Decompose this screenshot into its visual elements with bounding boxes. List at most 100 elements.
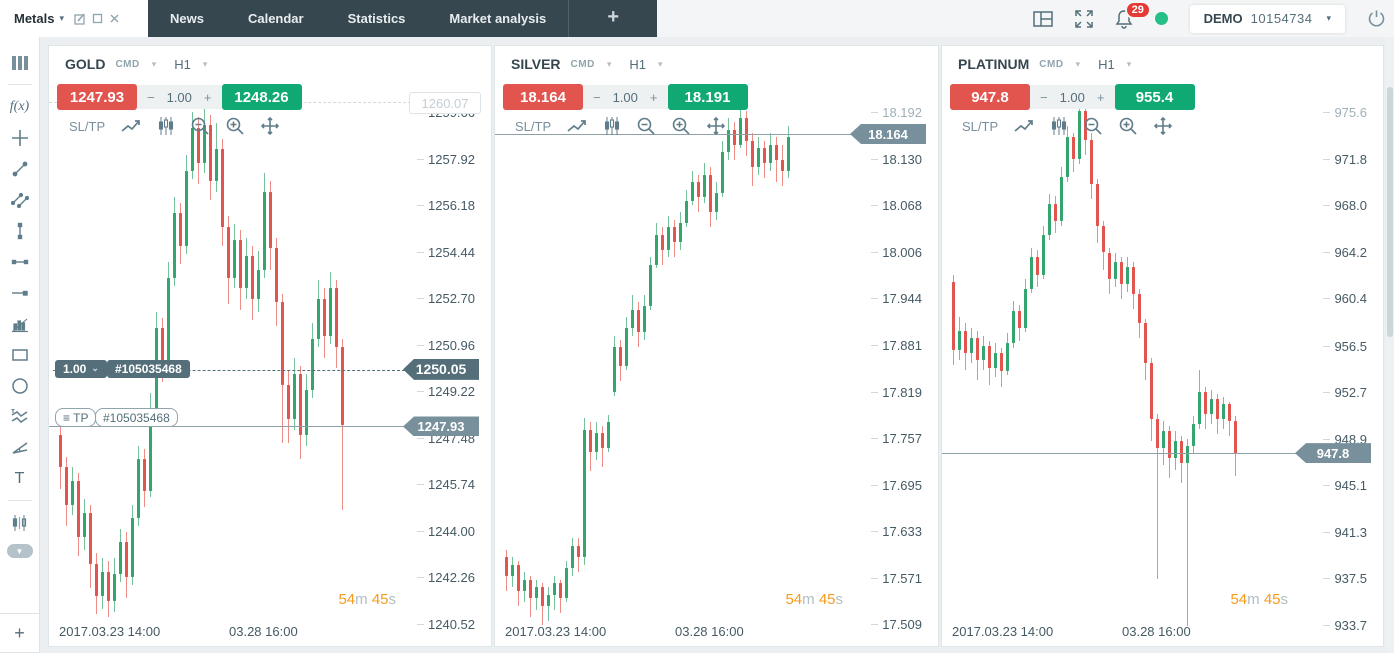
top-bar: Metals ▾ News Calendar Statistics Market… bbox=[0, 0, 1394, 37]
compare-candles-icon[interactable] bbox=[4, 507, 36, 538]
volume-stepper[interactable]: −1.00+ bbox=[137, 85, 222, 109]
sltp-toggle[interactable]: SL/TP bbox=[69, 119, 105, 134]
chevron-down-icon[interactable]: ▾ bbox=[203, 59, 208, 70]
plus-button[interactable]: + bbox=[1097, 90, 1105, 105]
price-axis-label: 17.571 bbox=[871, 571, 922, 586]
horizontal-segment-icon[interactable] bbox=[4, 246, 36, 277]
line-chart-icon[interactable] bbox=[566, 118, 588, 134]
toolbar-scroll-down-button[interactable]: ▼ bbox=[7, 544, 33, 558]
price-axis[interactable]: 1259.661257.921256.181254.441252.701250.… bbox=[49, 46, 491, 646]
account-type: DEMO bbox=[1204, 11, 1243, 26]
timeframe-selector[interactable]: H1 bbox=[1098, 57, 1115, 72]
add-instrument-button[interactable]: + bbox=[0, 613, 40, 653]
minus-button[interactable]: − bbox=[147, 90, 155, 105]
zoom-in-icon[interactable] bbox=[671, 116, 691, 136]
text-tool-icon[interactable]: T bbox=[4, 463, 36, 494]
sell-bid-button[interactable]: 1247.93 bbox=[57, 84, 137, 110]
plus-button[interactable]: + bbox=[650, 90, 658, 105]
maximize-workspace-icon[interactable] bbox=[92, 13, 103, 25]
price-axis-label: 1256.18 bbox=[417, 198, 475, 213]
angle-icon[interactable] bbox=[4, 432, 36, 463]
move-chart-icon[interactable] bbox=[706, 116, 726, 136]
current-price-line bbox=[942, 453, 1297, 454]
minus-button[interactable]: − bbox=[1040, 90, 1048, 105]
chevron-down-icon[interactable]: ▾ bbox=[59, 13, 64, 24]
tab-statistics[interactable]: Statistics bbox=[326, 0, 428, 37]
ray-line-icon[interactable] bbox=[4, 277, 36, 308]
edit-workspace-icon[interactable] bbox=[74, 13, 86, 25]
fibonacci-icon[interactable] bbox=[4, 401, 36, 432]
volume-histogram-icon[interactable] bbox=[4, 308, 36, 339]
notifications-bell-icon[interactable]: 29 bbox=[1115, 9, 1133, 29]
notification-count-badge: 29 bbox=[1125, 1, 1151, 19]
ellipse-icon[interactable] bbox=[4, 370, 36, 401]
crosshair-icon[interactable] bbox=[4, 122, 36, 153]
layout-icon[interactable] bbox=[1033, 10, 1053, 28]
zoom-in-icon[interactable] bbox=[225, 116, 245, 136]
tab-calendar[interactable]: Calendar bbox=[226, 0, 326, 37]
vertical-scrollbar[interactable] bbox=[1386, 37, 1394, 653]
trendline-icon[interactable] bbox=[4, 153, 36, 184]
channel-icon[interactable] bbox=[4, 184, 36, 215]
buy-ask-button[interactable]: 1248.26 bbox=[222, 84, 302, 110]
workspace-tab-metals[interactable]: Metals ▾ bbox=[0, 0, 148, 37]
line-chart-icon[interactable] bbox=[120, 118, 142, 134]
market-badge[interactable]: CMD bbox=[115, 59, 139, 70]
order-ticket-badge[interactable]: #105035468 bbox=[107, 360, 190, 378]
fullscreen-icon[interactable] bbox=[1075, 10, 1093, 28]
close-workspace-icon[interactable] bbox=[109, 13, 120, 25]
sell-bid-button[interactable]: 18.164 bbox=[503, 84, 583, 110]
chevron-down-icon[interactable]: ▾ bbox=[1076, 59, 1081, 70]
price-axis-label: 971.8 bbox=[1323, 152, 1367, 167]
order-price-badge: 1250.05 bbox=[403, 359, 479, 380]
time-label: 2017.03.23 14:00 bbox=[59, 624, 160, 639]
zoom-out-icon[interactable] bbox=[1083, 116, 1103, 136]
move-chart-icon[interactable] bbox=[260, 116, 280, 136]
zoom-in-icon[interactable] bbox=[1118, 116, 1138, 136]
divider bbox=[8, 84, 32, 85]
timeframe-selector[interactable]: H1 bbox=[629, 57, 646, 72]
tab-market-analysis[interactable]: Market analysis bbox=[427, 0, 568, 37]
buy-ask-button[interactable]: 18.191 bbox=[668, 84, 748, 110]
scrollbar-thumb[interactable] bbox=[1387, 87, 1393, 337]
account-selector[interactable]: DEMO 10154734 ▾ bbox=[1190, 5, 1345, 33]
tp-badge[interactable]: ≡ TP bbox=[55, 408, 96, 427]
minus-button[interactable]: − bbox=[593, 90, 601, 105]
price-axis-label: 1245.74 bbox=[417, 477, 475, 492]
chevron-down-icon[interactable]: ▾ bbox=[1127, 59, 1132, 70]
chart-layout-icon[interactable] bbox=[4, 47, 36, 78]
connection-status-dot bbox=[1155, 12, 1168, 25]
zoom-out-icon[interactable] bbox=[636, 116, 656, 136]
power-logout-icon[interactable] bbox=[1367, 9, 1386, 28]
price-axis-label: 1240.52 bbox=[417, 617, 475, 632]
plus-button[interactable]: + bbox=[204, 90, 212, 105]
time-label: 03.28 16:00 bbox=[675, 624, 744, 639]
chevron-down-icon[interactable]: ▾ bbox=[152, 59, 157, 70]
rectangle-icon[interactable] bbox=[4, 339, 36, 370]
market-badge[interactable]: CMD bbox=[1039, 59, 1063, 70]
add-tab-button[interactable]: + bbox=[568, 0, 657, 37]
volume-value: 1.00 bbox=[613, 90, 638, 105]
indicators-icon[interactable]: f(x) bbox=[4, 91, 36, 122]
volume-stepper[interactable]: −1.00+ bbox=[1030, 85, 1115, 109]
candlestick-chart-icon[interactable] bbox=[1050, 116, 1068, 136]
price-axis[interactable]: 975.6971.8968.0964.2960.4956.5952.7948.9… bbox=[942, 46, 1383, 646]
tp-ticket-badge[interactable]: #105035468 bbox=[95, 408, 178, 427]
candlestick-chart-icon[interactable] bbox=[603, 116, 621, 136]
sltp-toggle[interactable]: SL/TP bbox=[515, 119, 551, 134]
order-volume-badge[interactable]: 1.00⌄ bbox=[55, 360, 107, 378]
line-chart-icon[interactable] bbox=[1013, 118, 1035, 134]
sell-bid-button[interactable]: 947.8 bbox=[950, 84, 1030, 110]
chevron-down-icon[interactable]: ▾ bbox=[658, 59, 663, 70]
chevron-down-icon[interactable]: ▾ bbox=[607, 59, 612, 70]
tab-news[interactable]: News bbox=[148, 0, 226, 37]
zoom-out-icon[interactable] bbox=[190, 116, 210, 136]
sltp-toggle[interactable]: SL/TP bbox=[962, 119, 998, 134]
vertical-line-icon[interactable] bbox=[4, 215, 36, 246]
market-badge[interactable]: CMD bbox=[571, 59, 595, 70]
buy-ask-button[interactable]: 955.4 bbox=[1115, 84, 1195, 110]
candlestick-chart-icon[interactable] bbox=[157, 116, 175, 136]
move-chart-icon[interactable] bbox=[1153, 116, 1173, 136]
volume-stepper[interactable]: −1.00 + bbox=[583, 85, 668, 109]
timeframe-selector[interactable]: H1 bbox=[174, 57, 191, 72]
